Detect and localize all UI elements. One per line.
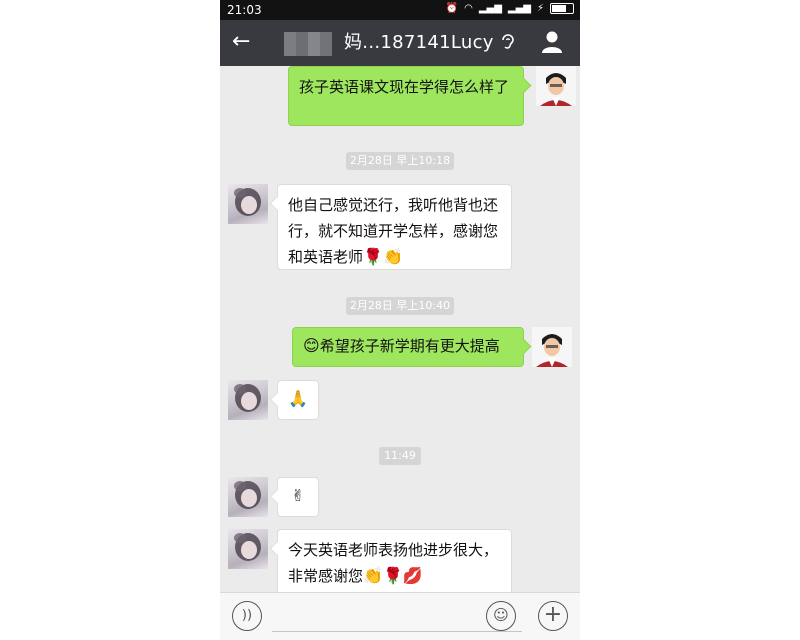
person-icon[interactable] [542, 30, 562, 54]
plus-icon[interactable]: + [538, 601, 568, 631]
status-time: 21:03 [227, 3, 262, 17]
avatar[interactable] [228, 380, 268, 420]
message-emoji: 🙏 [288, 389, 308, 408]
message-emoji: 🌹👏 [363, 247, 403, 266]
message-bubble-incoming[interactable]: 他自己感觉还行，我听他背也还行，就不知道开学怎样，感谢您和英语老师🌹👏 [277, 184, 512, 270]
earpiece-mode-icon[interactable] [500, 32, 516, 56]
message-bubble-incoming[interactable]: ✌ [277, 477, 319, 517]
phone-screen: 21:03 ⏰ ◠ ▂▄▆ ▂▄▆ ⚡ ← 妈...187141Lucy 孩子英… [220, 0, 580, 640]
message-emoji: 👏🌹💋 [363, 566, 423, 585]
back-arrow-icon[interactable]: ← [232, 30, 250, 54]
avatar[interactable] [536, 66, 576, 106]
avatar[interactable] [532, 327, 572, 367]
battery-icon [550, 3, 574, 14]
emoji-icon[interactable]: ☺ [486, 601, 516, 631]
message-input[interactable] [272, 631, 522, 632]
blurred-name [284, 32, 332, 56]
wifi-icon: ◠ [464, 3, 473, 14]
message-text: 孩子英语课文现在学得怎么样了 [299, 78, 510, 96]
signal-icon: ▂▄▆ [507, 3, 531, 14]
message-bubble-outgoing[interactable]: 😊希望孩子新学期有更大提高 [292, 327, 524, 367]
message-text: 希望孩子新学期有更大提高 [319, 337, 500, 355]
avatar[interactable] [228, 184, 268, 224]
signal-icon: ▂▄▆ [478, 3, 502, 14]
avatar[interactable] [228, 477, 268, 517]
timestamp: 2月28日 早上10:18 [346, 152, 454, 170]
alarm-icon: ⏰ [445, 3, 459, 14]
voice-input-icon[interactable]: )) [232, 601, 262, 631]
message-emoji: 😊 [303, 336, 320, 355]
message-emoji: ✌ [291, 486, 305, 505]
chat-header: ← 妈...187141Lucy [220, 20, 580, 66]
status-icons: ⏰ ◠ ▂▄▆ ▂▄▆ ⚡ [446, 3, 574, 14]
timestamp: 2月28日 早上10:40 [346, 297, 454, 315]
message-bubble-incoming[interactable]: 🙏 [277, 380, 319, 420]
timestamp: 11:49 [379, 447, 421, 465]
status-bar: 21:03 ⏰ ◠ ▂▄▆ ▂▄▆ ⚡ [220, 0, 580, 20]
avatar[interactable] [228, 529, 268, 569]
charging-icon: ⚡ [536, 3, 544, 14]
input-bar: )) ☺ + [220, 592, 580, 640]
message-bubble-outgoing[interactable]: 孩子英语课文现在学得怎么样了 [288, 66, 524, 126]
chat-title: 妈...187141Lucy [344, 32, 494, 53]
message-list[interactable]: 孩子英语课文现在学得怎么样了 2月28日 早上10:18 他自己感觉还行，我听他… [220, 66, 580, 609]
